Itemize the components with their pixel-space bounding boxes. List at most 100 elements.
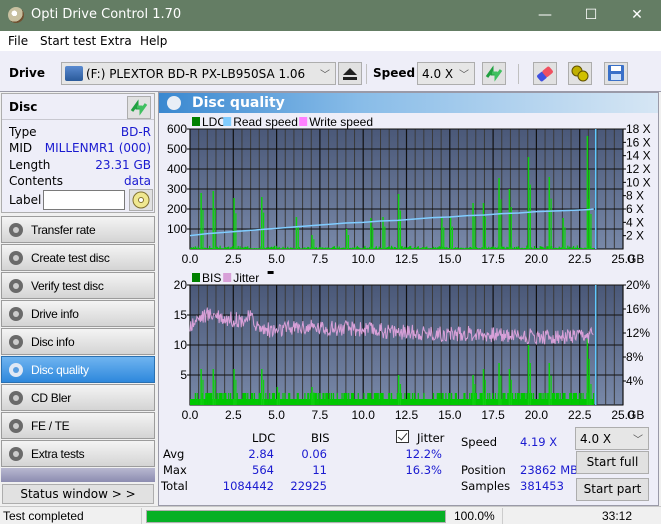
save-button[interactable] [604, 62, 628, 85]
jitter-checkbox[interactable] [396, 430, 409, 443]
bis-spike [214, 379, 216, 405]
bis-spike [529, 363, 531, 405]
disc-row-length: Length 23.31 GB [9, 158, 151, 174]
label-input[interactable] [43, 190, 125, 210]
bis-spike [527, 345, 530, 405]
nav-label: CD Bler [31, 391, 71, 405]
bis-spike [399, 384, 402, 405]
legend-marker [267, 271, 274, 274]
avg-label: Avg [163, 447, 185, 461]
disc-row-mid: MID MILLENMR1 (000) [9, 141, 151, 157]
ldc-spike [202, 209, 204, 249]
x-tick-label: 5.0 [268, 408, 285, 422]
nav-drive-info[interactable]: Drive info [1, 300, 155, 327]
y2-tick-label: 14 X [626, 149, 651, 163]
y-tick-label: 300 [167, 182, 187, 196]
legend-label: LDC [202, 115, 226, 129]
minimize-button[interactable]: — [522, 0, 568, 31]
nav-fe-te[interactable]: FE / TE [1, 412, 155, 439]
cd-bler-icon [9, 391, 23, 405]
transfer-rate-icon [9, 223, 23, 237]
panel-title: Disc quality [192, 95, 285, 111]
ldc-spike [261, 197, 263, 249]
start-full-button[interactable]: Start full [576, 451, 649, 474]
legend-swatch [192, 273, 200, 282]
ldc-spike [263, 212, 265, 249]
disc-refresh-button[interactable] [127, 96, 151, 119]
bis-bar [592, 393, 595, 405]
drive-select[interactable]: (F:) PLEXTOR BD-R PX-LB950SA 1.06 ﹀ [61, 62, 336, 85]
col-bis-header: BIS [311, 431, 330, 445]
max-label: Max [163, 463, 187, 477]
bis-spike [200, 369, 202, 405]
bis-spike [278, 392, 280, 405]
menu-start-test[interactable]: Start test [40, 34, 96, 48]
maximize-button[interactable]: ☐ [568, 0, 614, 31]
ldc-spike [474, 216, 476, 249]
nav-label: Disc info [31, 335, 75, 349]
floppy-save-icon [608, 65, 624, 81]
separator [502, 508, 503, 524]
nav-transfer-rate[interactable]: Transfer rate [1, 216, 155, 243]
ldc-spike [562, 218, 564, 249]
left-panel: Disc Type BD-R MID MILLENMR1 (000) Length 2… [0, 92, 157, 506]
nav-verify-test-disc[interactable]: Verify test disc [1, 272, 155, 299]
disc-row-contents: Contents data [9, 174, 151, 190]
test-speed-select[interactable]: 4.0 X ﹀ [575, 427, 649, 450]
nav-create-test-disc[interactable]: Create test disc [1, 244, 155, 271]
max-bis: 11 [312, 463, 327, 477]
progress-bar [146, 510, 446, 523]
refresh-button[interactable] [482, 62, 506, 85]
disc-row-type: Type BD-R [9, 125, 151, 141]
legend-swatch [223, 117, 232, 126]
speed-value: 4.0 X [422, 67, 454, 81]
gears-icon [571, 65, 589, 82]
chevron-down-icon: ﹀ [459, 70, 469, 81]
x-tick-label: 15.0 [438, 408, 462, 422]
close-button[interactable]: ✕ [614, 0, 660, 31]
y2-tick-label: 20% [626, 278, 650, 292]
ldc-spike [548, 177, 551, 249]
nav-extra-tests[interactable]: Extra tests [1, 440, 155, 467]
bis-spike [550, 375, 552, 405]
bis-spike [590, 384, 592, 405]
nav-label: Transfer rate [31, 223, 96, 237]
ldc-spike [449, 217, 452, 249]
nav-disc-info[interactable]: Disc info [1, 328, 155, 355]
ldc-spike [297, 226, 299, 249]
bis-spike [498, 363, 500, 405]
nav-disc-quality[interactable]: Disc quality [1, 356, 155, 383]
menu-file[interactable]: File [8, 34, 28, 48]
erase-button[interactable] [533, 62, 557, 85]
speed-select[interactable]: 4.0 X ﹀ [417, 62, 475, 85]
legend-label: Read speed [233, 115, 298, 129]
start-part-button[interactable]: Start part [576, 478, 649, 501]
label-disc-button[interactable] [129, 189, 153, 211]
x-tick-label: 20.0 [525, 408, 549, 422]
menu-extra[interactable]: Extra [100, 34, 132, 48]
bis-spike [263, 379, 265, 405]
ldc-spike [345, 229, 348, 249]
bis-spike [508, 369, 511, 405]
ldc-spike [212, 191, 215, 249]
settings-button[interactable] [568, 62, 592, 85]
menu-bar: File Start test Extra Help [0, 31, 661, 51]
separator [366, 64, 367, 84]
progress-label: 100.0% [454, 509, 495, 523]
nav-cd-bler[interactable]: CD Bler [1, 384, 155, 411]
jitter-header: Jitter [417, 431, 445, 445]
nav-label: Drive info [31, 307, 79, 321]
menu-help[interactable]: Help [140, 34, 167, 48]
ldc-spike [500, 199, 502, 249]
x-tick-label: 7.5 [312, 252, 329, 266]
eject-button[interactable] [338, 62, 362, 85]
x-tick-label: 2.5 [225, 408, 242, 422]
refresh-arrows-icon [485, 65, 503, 82]
ldc-spike [397, 194, 400, 249]
status-window-button[interactable]: Status window > > [2, 484, 154, 504]
bis-spike [235, 379, 237, 405]
bis-spike [212, 369, 215, 405]
disc-quality-panel: Disc quality 100 200 300 400 500 600 2 X4 X6 X… [158, 92, 659, 506]
ldc-spike [484, 216, 486, 249]
total-ldc: 1084442 [222, 479, 274, 493]
